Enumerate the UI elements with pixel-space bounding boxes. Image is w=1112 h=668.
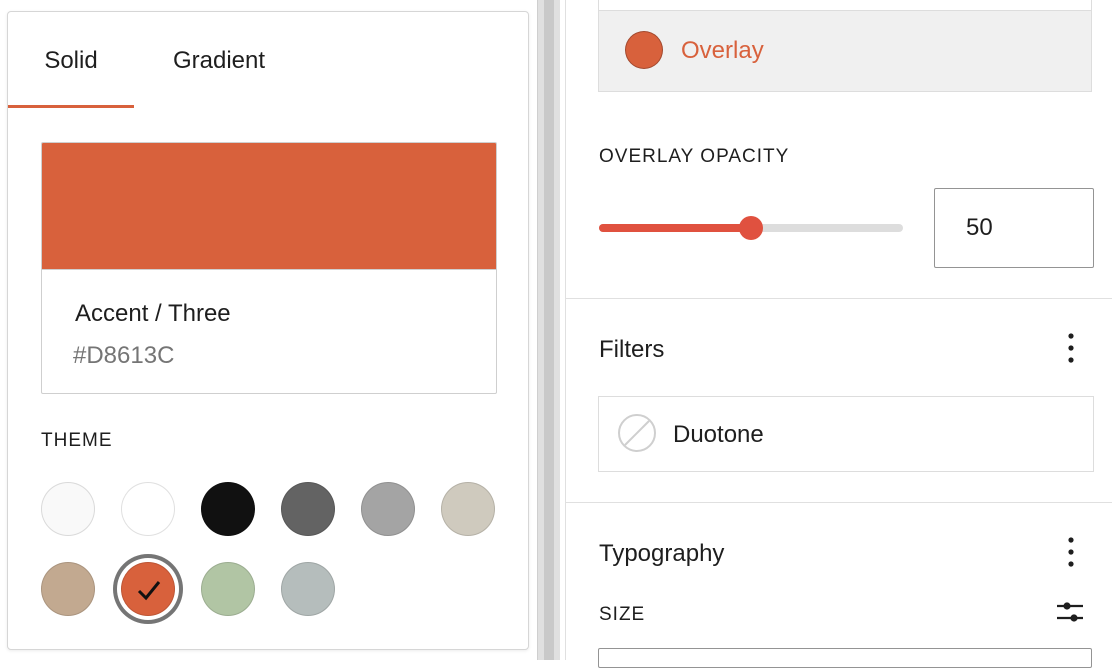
theme-color-swatch[interactable]	[281, 482, 335, 536]
sliders-icon[interactable]	[1055, 598, 1085, 626]
theme-color-swatch[interactable]	[41, 562, 95, 616]
tab-solid[interactable]: Solid	[8, 12, 134, 108]
theme-color-swatch[interactable]	[281, 562, 335, 616]
overlay-opacity-label: OVERLAY OPACITY	[599, 146, 790, 167]
theme-color-swatch[interactable]	[121, 482, 175, 536]
color-picker-popover: Solid Gradient Accent / Three #D8613C TH…	[7, 11, 529, 650]
color-preview[interactable]	[42, 143, 496, 269]
font-size-label: SIZE	[599, 604, 646, 625]
theme-color-swatch[interactable]	[201, 562, 255, 616]
theme-heading: THEME	[41, 430, 113, 451]
color-name: Accent / Three	[75, 300, 231, 327]
theme-color-swatch[interactable]	[41, 482, 95, 536]
color-type-tabs: Solid Gradient	[8, 12, 528, 108]
divider	[566, 298, 1112, 299]
divider	[566, 502, 1112, 503]
opacity-number-input[interactable]: 50	[934, 188, 1094, 268]
no-color-icon	[618, 414, 656, 452]
checkmark-icon	[137, 581, 161, 601]
theme-color-swatch[interactable]	[201, 482, 255, 536]
block-settings-sidebar: Overlay OVERLAY OPACITY 50 Filters Duoto…	[565, 0, 1112, 668]
previous-item-edge	[599, 0, 1091, 11]
filters-panel-title[interactable]: Filters	[599, 336, 664, 364]
duotone-filter-button[interactable]: Duotone	[598, 396, 1094, 472]
overlay-color-button[interactable]: Overlay	[598, 0, 1092, 92]
font-size-input[interactable]	[598, 648, 1092, 668]
typography-panel-title[interactable]: Typography	[599, 540, 724, 568]
theme-color-swatch[interactable]	[121, 562, 175, 616]
vertical-ellipsis-icon[interactable]	[1059, 534, 1083, 570]
color-info: Accent / Three #D8613C	[42, 269, 496, 393]
opacity-slider-fill	[599, 224, 751, 232]
selected-color-card[interactable]: Accent / Three #D8613C	[41, 142, 497, 394]
theme-color-swatch[interactable]	[361, 482, 415, 536]
overlay-label: Overlay	[681, 37, 764, 64]
duotone-label: Duotone	[673, 421, 764, 448]
color-hex-value[interactable]: #D8613C	[73, 342, 174, 370]
panel-resize-handle[interactable]	[537, 0, 560, 660]
opacity-slider-thumb[interactable]	[739, 216, 763, 240]
overlay-color-indicator	[625, 31, 663, 69]
opacity-slider[interactable]	[599, 216, 903, 240]
tab-gradient[interactable]: Gradient	[154, 12, 284, 108]
theme-color-swatch[interactable]	[441, 482, 495, 536]
vertical-ellipsis-icon[interactable]	[1059, 330, 1083, 366]
